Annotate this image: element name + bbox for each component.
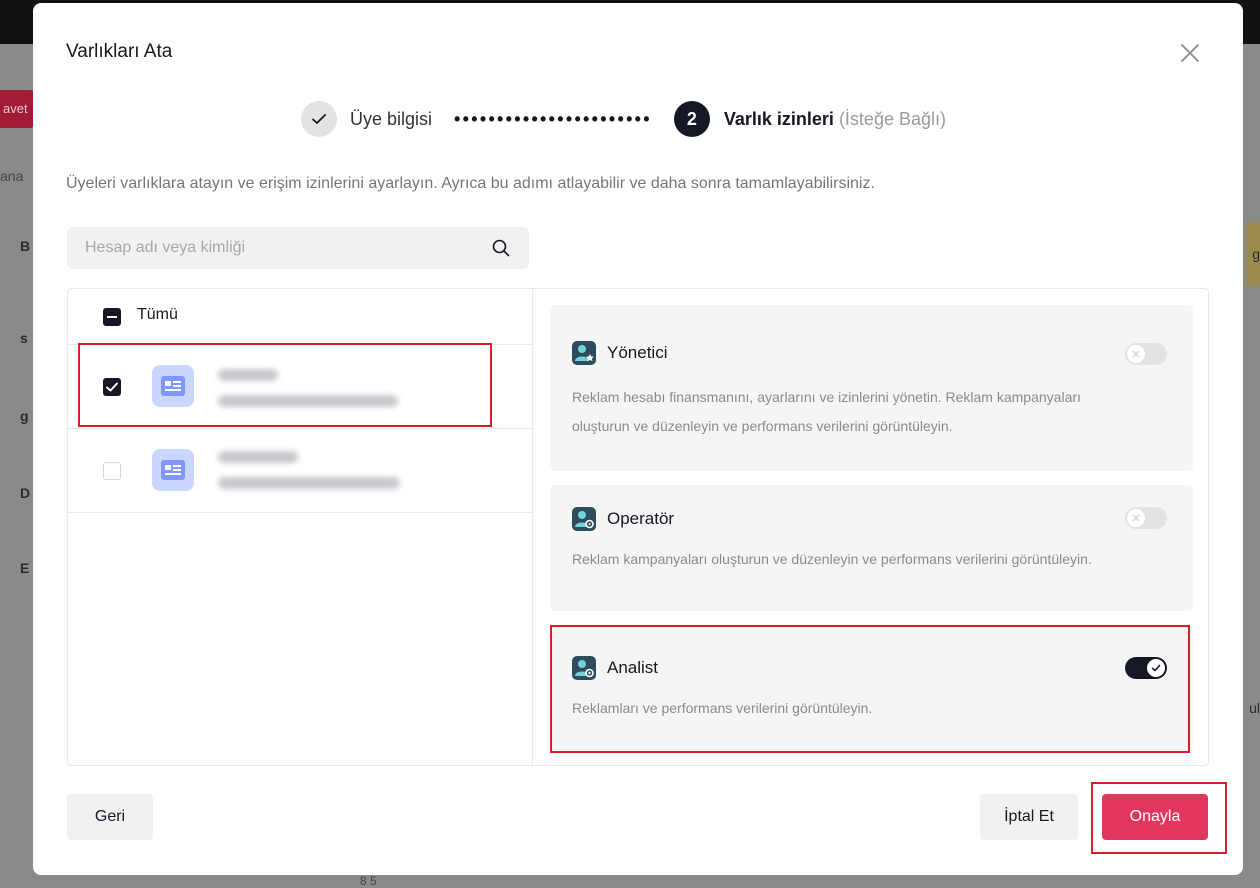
background-text: D <box>20 485 31 501</box>
close-icon <box>1181 44 1199 62</box>
document-icon <box>161 460 185 480</box>
background-text: ana <box>0 168 24 184</box>
background-text: g <box>20 408 29 424</box>
assignment-panel: Tümü Yönetici Reklam hesabı finansmanını… <box>67 288 1209 766</box>
confirm-highlight <box>1091 782 1227 854</box>
account-name-redacted <box>218 451 298 463</box>
background-text: E <box>20 560 30 576</box>
background-invite-button: avet <box>0 90 34 128</box>
background-text: s <box>20 330 28 346</box>
step-complete-indicator <box>301 101 337 137</box>
background-text: ul <box>1249 700 1260 716</box>
assign-assets-modal: Varlıkları Ata Üye bilgisi •••••••••••••… <box>33 3 1243 875</box>
check-icon <box>312 114 326 124</box>
select-all-checkbox[interactable] <box>103 308 121 326</box>
background-text: 8 5 <box>360 874 377 888</box>
step-1-label: Üye bilgisi <box>350 108 433 129</box>
admin-user-icon <box>572 341 596 365</box>
step-2-optional: (İsteğe Bağlı) <box>838 108 946 129</box>
account-id-redacted <box>218 477 400 489</box>
close-button[interactable] <box>1176 39 1204 67</box>
role-description: Reklam hesabı finansmanını, ayarlarını v… <box>572 389 1081 434</box>
back-button[interactable]: Geri <box>67 794 153 840</box>
step-2-number: 2 <box>673 101 710 137</box>
account-avatar <box>152 449 194 491</box>
step-description: Üyeleri varlıklara atayın ve erişim izin… <box>66 175 875 192</box>
select-all-label: Tümü <box>137 306 178 323</box>
role-card-admin: Yönetici Reklam hesabı finansmanını, aya… <box>550 305 1193 471</box>
list-item[interactable] <box>68 429 533 513</box>
select-all-row[interactable]: Tümü <box>68 289 533 345</box>
background-text: g <box>1252 246 1260 262</box>
search-icon[interactable] <box>491 238 511 258</box>
operator-user-icon <box>572 507 596 531</box>
account-checkbox[interactable] <box>103 462 121 480</box>
role-toggle[interactable] <box>1125 507 1167 529</box>
background-text: B <box>20 238 31 254</box>
close-icon <box>1132 514 1140 522</box>
role-toggle[interactable] <box>1125 343 1167 365</box>
search-input[interactable] <box>67 227 467 269</box>
role-name: Operatör <box>607 509 675 528</box>
modal-title: Varlıkları Ata <box>66 41 173 62</box>
step-connector: ••••••••••••••••••••••• <box>454 108 652 129</box>
step-2-label: Varlık izinleri <box>723 108 834 129</box>
selection-highlight <box>78 343 492 427</box>
role-description: Reklam kampanyaları oluşturun ve düzenle… <box>572 551 1092 567</box>
stepper: Üye bilgisi ••••••••••••••••••••••• 2 Va… <box>301 99 946 139</box>
cancel-button[interactable]: İptal Et <box>980 794 1078 840</box>
role-highlight <box>550 625 1190 753</box>
account-search <box>67 227 529 269</box>
role-card-operator: Operatör Reklam kampanyaları oluşturun v… <box>550 485 1193 611</box>
close-icon <box>1132 350 1140 358</box>
account-list: Tümü <box>68 289 533 765</box>
role-name: Yönetici <box>607 343 668 362</box>
